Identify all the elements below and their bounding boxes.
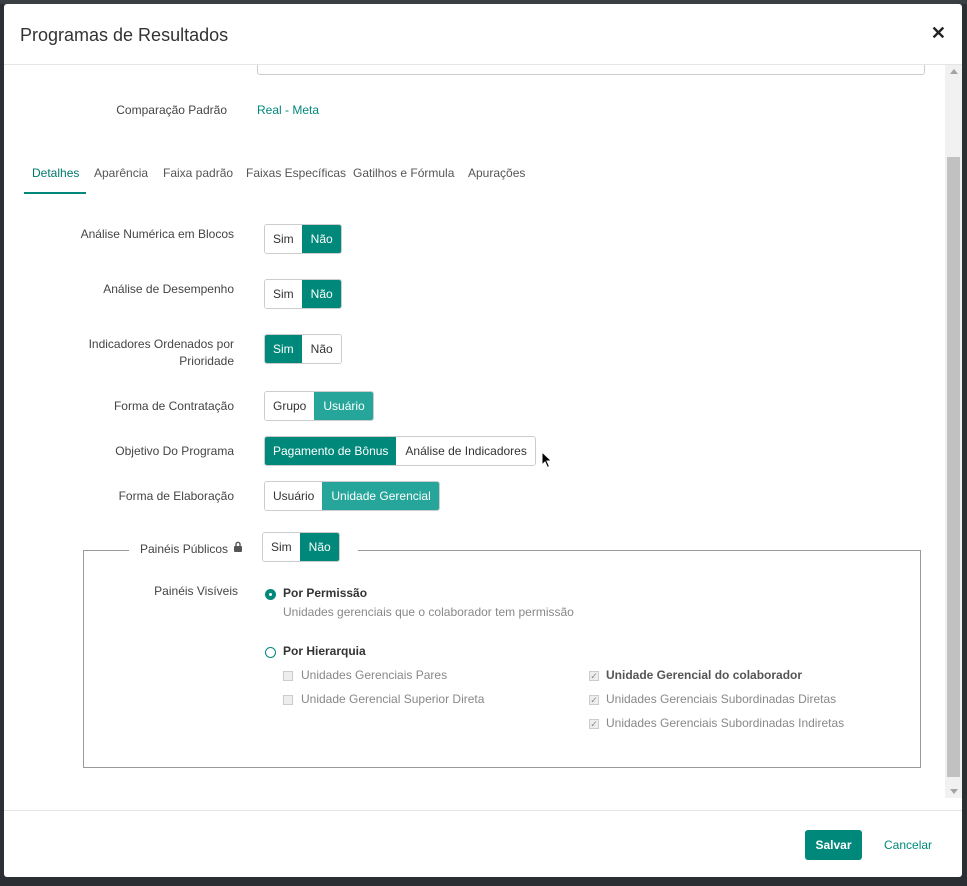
objetivo-analise-indicadores[interactable]: Análise de Indicadores <box>396 437 535 465</box>
tab-apuracoes[interactable]: Apurações <box>468 166 525 180</box>
forma-contratacao-grupo[interactable]: Grupo <box>265 392 315 420</box>
forma-elaboracao-usuario[interactable]: Usuário <box>265 482 323 510</box>
tab-gatilhos-formula[interactable]: Gatilhos e Fórmula <box>353 166 454 180</box>
save-button[interactable]: Salvar <box>805 830 862 860</box>
paineis-publicos-toggle: Sim Não <box>262 532 340 562</box>
modal-footer: Salvar Cancelar <box>4 810 962 877</box>
tab-faixas-especificas[interactable]: Faixas Específicas <box>246 166 346 180</box>
indicadores-ordenados-sim[interactable]: Sim <box>265 335 302 363</box>
close-icon[interactable]: ✕ <box>931 24 946 42</box>
analise-desempenho-sim[interactable]: Sim <box>265 280 302 308</box>
checkbox-unidades-pares[interactable] <box>283 671 293 681</box>
paineis-publicos-fieldset <box>83 550 921 768</box>
checkbox-unidade-colaborador-label: Unidade Gerencial do colaborador <box>606 668 803 682</box>
paineis-visiveis-label: Painéis Visíveis <box>154 584 238 598</box>
forma-contratacao-toggle: Grupo Usuário <box>264 391 374 421</box>
por-permissao-label[interactable]: Por Permissão <box>283 586 367 600</box>
comparacao-value-link[interactable]: Real - Meta <box>257 103 319 117</box>
checkbox-unidades-pares-label: Unidades Gerenciais Pares <box>301 668 448 682</box>
forma-elaboracao-label: Forma de Elaboração <box>118 489 234 503</box>
analise-desempenho-label: Análise de Desempenho <box>103 282 234 296</box>
analise-numerica-toggle: Sim Não <box>264 224 342 254</box>
forma-contratacao-usuario[interactable]: Usuário <box>314 392 373 420</box>
checkbox-superior-direta[interactable] <box>283 695 293 705</box>
indicadores-ordenados-label-line1: Indicadores Ordenados por <box>88 337 234 351</box>
indicadores-ordenados-toggle: Sim Não <box>264 334 342 364</box>
indicadores-ordenados-label-line2: Prioridade <box>179 354 234 368</box>
analise-numerica-nao[interactable]: Não <box>301 225 341 253</box>
checkbox-subordinadas-indiretas[interactable]: ✓ <box>589 719 599 729</box>
scroll-up-icon[interactable] <box>950 69 958 74</box>
analise-desempenho-toggle: Sim Não <box>264 279 342 309</box>
modal-header: Programas de Resultados ✕ <box>4 4 962 65</box>
modal-body: Comparação Padrão Real - Meta Detalhes A… <box>4 65 945 795</box>
paineis-publicos-label: Painéis Públicos <box>140 542 229 556</box>
objetivo-pagamento-bonus[interactable]: Pagamento de Bônus <box>265 437 397 465</box>
analise-desempenho-nao[interactable]: Não <box>301 280 341 308</box>
paineis-publicos-nao[interactable]: Não <box>299 533 339 561</box>
tab-faixa-padrao[interactable]: Faixa padrão <box>163 166 233 180</box>
mouse-cursor-icon <box>541 450 553 474</box>
lock-icon <box>233 541 243 555</box>
analise-numerica-sim[interactable]: Sim <box>265 225 302 253</box>
modal-dialog: Programas de Resultados ✕ Comparação Pad… <box>4 4 962 877</box>
forma-elaboracao-toggle: Usuário Unidade Gerencial <box>264 481 440 511</box>
active-tab-indicator <box>24 192 86 194</box>
tab-detalhes[interactable]: Detalhes <box>32 166 79 180</box>
checkbox-subordinadas-diretas[interactable]: ✓ <box>589 695 599 705</box>
forma-elaboracao-unidade-gerencial[interactable]: Unidade Gerencial <box>322 482 439 510</box>
indicadores-ordenados-nao[interactable]: Não <box>301 335 341 363</box>
checkbox-subordinadas-indiretas-label: Unidades Gerenciais Subordinadas Indiret… <box>606 716 845 730</box>
scroll-down-icon[interactable] <box>950 789 958 794</box>
checkbox-unidade-colaborador[interactable]: ✓ <box>589 671 599 681</box>
objetivo-programa-label: Objetivo Do Programa <box>115 444 234 458</box>
scrollbar[interactable] <box>945 65 962 798</box>
paineis-publicos-sim[interactable]: Sim <box>263 533 300 561</box>
tab-aparencia[interactable]: Aparência <box>94 166 148 180</box>
por-permissao-hint: Unidades gerenciais que o colaborador te… <box>283 605 574 619</box>
forma-contratacao-label: Forma de Contratação <box>113 399 234 413</box>
por-hierarquia-label[interactable]: Por Hierarquia <box>283 644 366 658</box>
modal-title: Programas de Resultados <box>20 25 229 45</box>
checkbox-superior-direta-label: Unidade Gerencial Superior Direta <box>301 692 485 706</box>
objetivo-programa-toggle: Pagamento de Bônus Análise de Indicadore… <box>264 436 536 466</box>
cancel-button[interactable]: Cancelar <box>884 838 932 852</box>
text-input[interactable] <box>257 65 925 75</box>
scrollbar-thumb[interactable] <box>947 157 960 777</box>
por-permissao-radio[interactable] <box>265 589 276 600</box>
por-hierarquia-radio[interactable] <box>265 647 276 658</box>
analise-numerica-label: Análise Numérica em Blocos <box>80 227 234 241</box>
checkbox-subordinadas-diretas-label: Unidades Gerenciais Subordinadas Diretas <box>606 692 837 706</box>
comparacao-label: Comparação Padrão <box>116 103 227 117</box>
